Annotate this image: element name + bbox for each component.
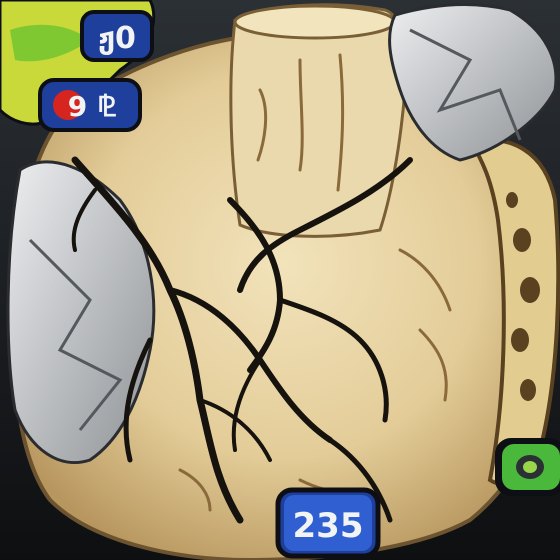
badge-top-left-lower-text: 9 ⅊ [68,90,116,123]
badge-top-left-upper-text: ჟ0 [98,21,136,56]
badge-bottom-center-text: 235 [293,506,364,546]
cracked-stone-jar-image: ჟ0 9 ⅊ 235 [0,0,560,560]
scene-artwork: ჟ0 9 ⅊ 235 [0,0,560,560]
badge-top-left-upper: ჟ0 [80,10,154,62]
badge-bottom-center: 235 [275,487,381,559]
stone-neck [229,3,408,238]
badge-top-left-lower: 9 ⅊ [38,78,142,132]
badge-right-edge [495,438,560,496]
neck-rim [233,4,397,40]
